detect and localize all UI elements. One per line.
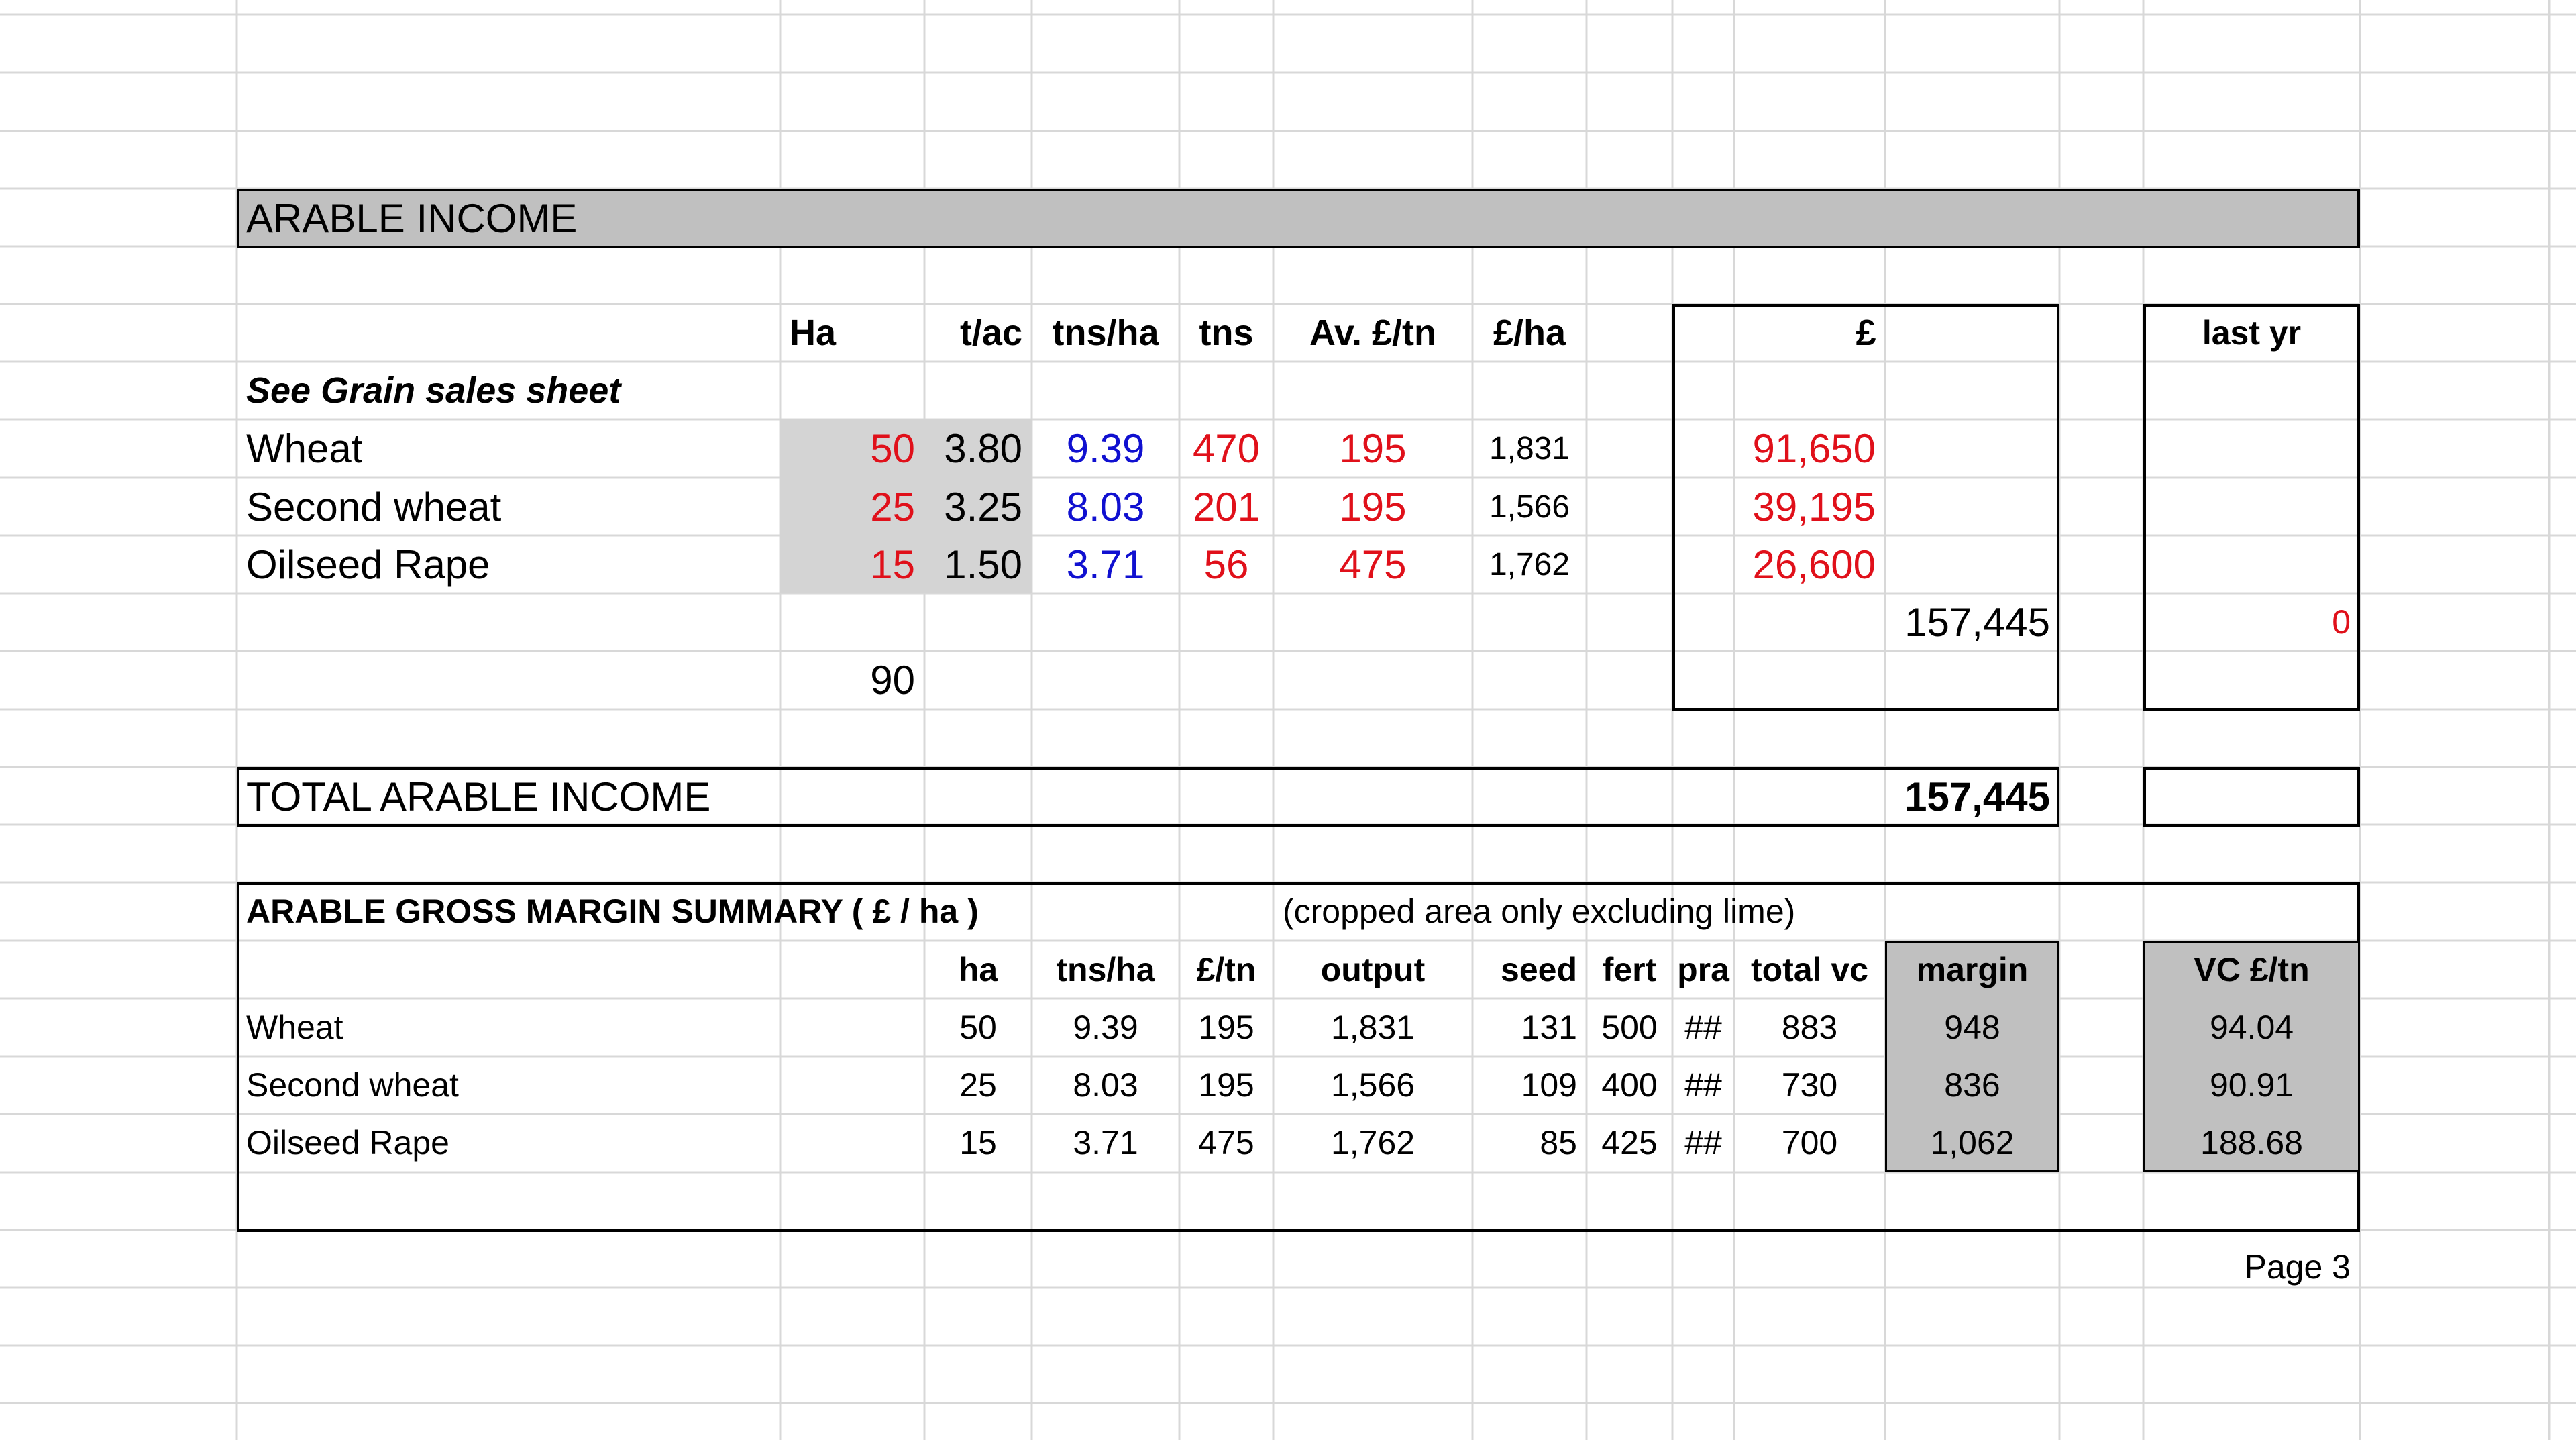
income-pound: 39,195 <box>1752 484 1876 529</box>
summary-header-price: £/tn <box>1196 951 1256 988</box>
income-ha-input[interactable]: 50 <box>780 419 924 477</box>
summary-seed: 131 <box>1521 1009 1577 1046</box>
header-tns-per-ha: tns/ha <box>1052 313 1159 353</box>
header-pound: £ <box>1856 313 1876 353</box>
header-ha: Ha <box>790 313 837 353</box>
summary-fert: 500 <box>1601 1009 1658 1046</box>
summary-pra: ## <box>1684 1124 1722 1162</box>
summary-seed: 85 <box>1540 1124 1577 1162</box>
summary-margin: 836 <box>1944 1066 2000 1104</box>
summary-tns-per-ha: 8.03 <box>1073 1066 1138 1104</box>
income-pound: 26,600 <box>1752 542 1876 587</box>
income-ha-input[interactable]: 15 <box>780 535 924 593</box>
last-yr-value: 0 <box>2332 603 2351 641</box>
income-t-per-ac-input[interactable]: 3.80 <box>924 419 1032 477</box>
income-pound: 91,650 <box>1752 425 1876 471</box>
total-income-label: TOTAL ARABLE INCOME <box>246 774 711 819</box>
income-tns-per-ha: 3.71 <box>1066 542 1145 587</box>
summary-header-output: output <box>1320 951 1426 988</box>
summary-crop-label: Second wheat <box>246 1066 459 1104</box>
summary-ha: 15 <box>959 1124 997 1162</box>
summary-pra: ## <box>1684 1009 1722 1046</box>
income-av-price: 195 <box>1339 425 1407 471</box>
summary-fert: 425 <box>1601 1124 1658 1162</box>
summary-header-tns-per-ha: tns/ha <box>1056 951 1155 988</box>
summary-price: 195 <box>1198 1066 1254 1104</box>
income-t-per-ac-input[interactable]: 1.50 <box>924 535 1032 593</box>
income-per-ha: 1,831 <box>1489 430 1570 466</box>
summary-price: 195 <box>1198 1009 1254 1046</box>
income-per-ha: 1,762 <box>1489 546 1570 582</box>
summary-title: ARABLE GROSS MARGIN SUMMARY ( £ / ha ) <box>246 892 979 930</box>
summary-price: 475 <box>1198 1124 1254 1162</box>
summary-vc-per-tn: 94.04 <box>2209 1009 2294 1046</box>
summary-output: 1,762 <box>1330 1124 1415 1162</box>
header-last-yr: last yr <box>2202 314 2302 352</box>
income-av-price: 475 <box>1339 542 1407 587</box>
summary-margin: 1,062 <box>1930 1124 2015 1162</box>
summary-header-ha: ha <box>958 951 998 988</box>
section-title: ARABLE INCOME <box>246 196 578 241</box>
summary-crop-label: Oilseed Rape <box>246 1124 449 1162</box>
summary-header-margin: margin <box>1916 951 2029 988</box>
summary-total-vc: 883 <box>1781 1009 1838 1046</box>
summary-ha: 50 <box>959 1009 997 1046</box>
grain-sales-note: See Grain sales sheet <box>246 370 621 411</box>
total-ha: 90 <box>870 657 915 703</box>
summary-header-vc-per-tn: VC £/tn <box>2194 951 2310 988</box>
summary-vc-per-tn: 188.68 <box>2200 1124 2303 1162</box>
summary-tns-per-ha: 3.71 <box>1073 1124 1138 1162</box>
income-av-price: 195 <box>1339 484 1407 529</box>
page-number: Page 3 <box>2244 1248 2351 1286</box>
income-subtotal: 157,445 <box>1904 599 2050 645</box>
header-per-ha: £/ha <box>1493 313 1566 353</box>
summary-header-seed: seed <box>1501 951 1577 988</box>
income-tns: 56 <box>1203 542 1249 587</box>
summary-margin: 948 <box>1944 1009 2000 1046</box>
summary-total-vc: 730 <box>1781 1066 1838 1104</box>
summary-fert: 400 <box>1601 1066 1658 1104</box>
income-per-ha: 1,566 <box>1489 488 1570 525</box>
summary-header-pra: pra <box>1677 951 1729 988</box>
total-income-value: 157,445 <box>1904 774 2050 819</box>
summary-total-vc: 700 <box>1781 1124 1838 1162</box>
total-last-yr-box <box>2143 767 2360 827</box>
income-tns: 470 <box>1192 425 1260 471</box>
header-t-per-ac: t/ac <box>959 313 1022 353</box>
header-tns: tns <box>1199 313 1254 353</box>
summary-header-fert: fert <box>1602 951 1657 988</box>
income-tns-per-ha: 9.39 <box>1066 425 1145 471</box>
summary-ha: 25 <box>959 1066 997 1104</box>
income-tns: 201 <box>1192 484 1260 529</box>
income-ha-input[interactable]: 25 <box>780 478 924 535</box>
summary-seed: 109 <box>1521 1066 1577 1104</box>
summary-crop-label: Wheat <box>246 1009 343 1046</box>
header-av-price: Av. £/tn <box>1309 313 1437 353</box>
summary-note: (cropped area only excluding lime) <box>1283 892 1796 930</box>
summary-output: 1,566 <box>1330 1066 1415 1104</box>
summary-vc-per-tn: 90.91 <box>2209 1066 2294 1104</box>
summary-tns-per-ha: 9.39 <box>1073 1009 1138 1046</box>
summary-output: 1,831 <box>1330 1009 1415 1046</box>
income-crop-label: Second wheat <box>246 484 502 529</box>
income-crop-label: Oilseed Rape <box>246 542 490 587</box>
summary-header-total-vc: total vc <box>1750 951 1869 988</box>
income-crop-label: Wheat <box>246 425 363 471</box>
income-t-per-ac-input[interactable]: 3.25 <box>924 478 1032 535</box>
income-tns-per-ha: 8.03 <box>1066 484 1145 529</box>
summary-pra: ## <box>1684 1066 1722 1104</box>
